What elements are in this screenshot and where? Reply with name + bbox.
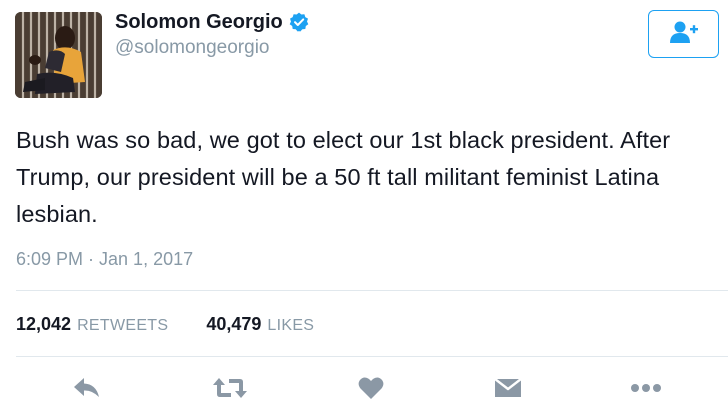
display-name[interactable]: Solomon Georgio xyxy=(115,10,283,34)
author-name-row: Solomon Georgio xyxy=(115,10,309,34)
direct-message-button[interactable] xyxy=(492,372,524,404)
reply-icon xyxy=(73,377,101,399)
likes-label: LIKES xyxy=(267,317,315,334)
avatar[interactable] xyxy=(15,12,102,98)
action-bar xyxy=(0,372,728,404)
author-handle[interactable]: @solomongeorgio xyxy=(115,37,270,59)
direct-message-icon xyxy=(494,377,522,399)
more-button[interactable] xyxy=(626,372,666,404)
tweet-text: Bush was so bad, we got to elect our 1st… xyxy=(16,127,671,227)
tweet-timestamp[interactable]: 6:09 PM · Jan 1, 2017 xyxy=(16,248,193,270)
retweet-button[interactable] xyxy=(210,372,250,404)
retweets-label: RETWEETS xyxy=(77,317,169,334)
divider xyxy=(16,356,728,357)
retweets-stat[interactable]: 12,042 RETWEETS xyxy=(16,313,168,337)
more-icon xyxy=(630,383,662,393)
like-icon xyxy=(358,376,384,400)
tweet-stats: 12,042 RETWEETS 40,479 LIKES xyxy=(16,313,314,337)
retweet-icon xyxy=(212,376,248,400)
like-button[interactable] xyxy=(355,372,387,404)
follow-user-icon xyxy=(669,20,699,49)
divider xyxy=(16,290,728,291)
likes-count: 40,479 xyxy=(206,314,262,334)
follow-button[interactable] xyxy=(648,10,719,58)
reply-button[interactable] xyxy=(70,372,104,404)
verified-badge-icon xyxy=(289,12,309,32)
retweets-count: 12,042 xyxy=(16,314,72,334)
likes-stat[interactable]: 40,479 LIKES xyxy=(206,313,314,337)
